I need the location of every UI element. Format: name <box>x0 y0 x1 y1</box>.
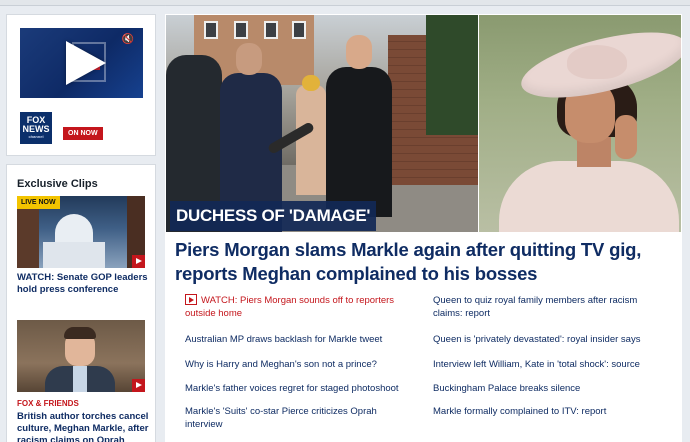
related-link[interactable]: Queen is 'privately devastated': royal i… <box>433 333 673 346</box>
clip-thumbnail-senate[interactable]: LIVE NOW <box>17 196 145 268</box>
piers-morgan <box>326 67 392 217</box>
related-link[interactable]: Buckingham Palace breaks silence <box>433 382 673 395</box>
photo-piers-morgan <box>166 15 478 232</box>
hedge <box>426 15 478 135</box>
mute-icon[interactable]: 🔇 <box>120 34 136 46</box>
story-banner: DUCHESS OF 'DAMAGE' <box>170 201 377 231</box>
hero-image[interactable]: DUCHESS OF 'DAMAGE' <box>166 15 681 232</box>
exclusive-clips-title: Exclusive Clips <box>17 178 98 190</box>
top-edge <box>0 0 690 6</box>
play-icon[interactable] <box>132 255 145 268</box>
fox-news-logo-sub: channel <box>28 134 44 139</box>
capitol-dome <box>55 214 93 244</box>
clip-headline[interactable]: WATCH: Senate GOP leaders hold press con… <box>17 272 152 296</box>
play-icon[interactable] <box>132 379 145 392</box>
video-player[interactable]: 🔇 <box>20 28 143 98</box>
photo-meghan-markle <box>479 15 681 232</box>
related-link[interactable]: Markle's father voices regret for staged… <box>185 382 415 395</box>
main-story: DUCHESS OF 'DAMAGE' Piers Morgan slams M… <box>165 14 682 442</box>
related-link[interactable]: Interview left William, Kate in 'total s… <box>433 358 673 371</box>
related-link[interactable]: Australian MP draws backlash for Markle … <box>185 333 415 346</box>
related-link[interactable]: Why is Harry and Meghan's son not a prin… <box>185 358 415 371</box>
related-link[interactable]: Queen to quiz royal family members after… <box>433 294 663 320</box>
hat-crown <box>567 45 627 79</box>
dress <box>499 161 679 232</box>
child <box>296 85 326 195</box>
video-play-icon <box>185 294 197 305</box>
hand <box>615 115 637 159</box>
play-icon[interactable] <box>66 41 106 85</box>
related-link-text: WATCH: Piers Morgan sounds off to report… <box>185 295 395 319</box>
left-sidebar: 🔇 FOX NEWS channel ON NOW Exclusive Clip… <box>6 14 156 442</box>
related-link[interactable]: Markle's 'Suits' co-star Pierce criticiz… <box>185 405 405 431</box>
live-player-card: 🔇 FOX NEWS channel ON NOW <box>6 14 156 156</box>
exclusive-clips-card: Exclusive Clips LIVE NOW WATCH: Senate G… <box>6 164 156 442</box>
reporter-head <box>236 43 262 75</box>
fox-news-logo[interactable]: FOX NEWS channel <box>20 112 52 144</box>
live-now-badge: LIVE NOW <box>17 196 60 209</box>
piers-morgan-head <box>346 35 372 69</box>
child-head <box>302 75 320 91</box>
person-hair <box>64 327 96 339</box>
capitol-base <box>43 242 105 268</box>
person-shirt <box>73 366 87 392</box>
clip-headline[interactable]: British author torches cancel culture, M… <box>17 411 152 442</box>
clip-kicker[interactable]: FOX & FRIENDS <box>17 399 79 408</box>
clip-thumbnail-author[interactable] <box>17 320 145 392</box>
on-now-badge[interactable]: ON NOW <box>63 127 103 140</box>
building-window <box>292 21 306 39</box>
building-window <box>204 21 218 39</box>
fox-news-logo-text: FOX NEWS <box>22 115 50 134</box>
related-link[interactable]: Markle formally complained to ITV: repor… <box>433 405 673 418</box>
main-headline[interactable]: Piers Morgan slams Markle again after qu… <box>175 238 675 286</box>
related-link-video[interactable]: WATCH: Piers Morgan sounds off to report… <box>185 294 415 320</box>
building-window <box>264 21 278 39</box>
building-window <box>234 21 248 39</box>
